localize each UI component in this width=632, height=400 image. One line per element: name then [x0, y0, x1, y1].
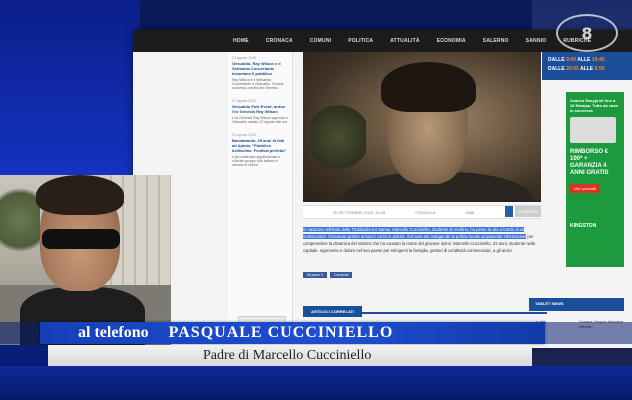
caption-name: PASQUALE CUCCINIELLO	[168, 324, 394, 341]
ad-banner[interactable]: Scarica Easyprint fino a 16 Stampa. Tutt…	[566, 92, 624, 267]
sidebar-item[interactable]: 20 agosto 2015 Bandabardò, 25 anni di fo…	[232, 133, 288, 167]
nav-item[interactable]: SALERNO	[483, 38, 509, 44]
phone-interview-photo	[0, 175, 171, 345]
article-highlighted-text: In vacanza nell'isola della Thailandia K…	[303, 227, 527, 239]
nav-item[interactable]: HOME	[233, 38, 249, 44]
article-date: 30 SETTEMBRE 2015, 10:28	[333, 209, 386, 215]
weather-box: DALLE 9:00 ALLE 19:40 DALLE 20:05 ALLE 6…	[542, 52, 632, 80]
photo-background-tree	[311, 102, 366, 172]
article-body: In vacanza nell'isola della Thailandia K…	[303, 226, 547, 266]
website-screenshot: HOME CRONACA COMUNI POLITICA ATTUALITÀ E…	[133, 30, 632, 348]
weather-line-2: DALLE 20:05 ALLE 6:50	[548, 66, 605, 72]
printer-image	[570, 117, 616, 143]
caption-subtitle: Padre di Marcello Cucciniello	[203, 347, 372, 363]
ad-title: Scarica Easyprint fino a 16 Stampa. Tutt…	[570, 98, 618, 113]
lower-third-subtitle: Padre di Marcello Cucciniello	[48, 345, 532, 366]
channel-logo: 8	[556, 14, 618, 52]
bottom-background	[0, 366, 632, 400]
sidebar-item-title[interactable]: Bandabardò, 25 anni di folk ad Irpinia: …	[232, 138, 288, 153]
comment-button[interactable]: COMMENTA	[515, 206, 541, 217]
ad-offer: RIMBORSO € 100* + GARANZIA 4 ANNI GRATIS	[570, 149, 609, 176]
sidebar: 23 agosto 2015 Gesualdo, Ray Wilson e il…	[228, 52, 293, 348]
weather-line-1: DALLE 9:00 ALLE 19:40	[548, 57, 605, 63]
sidebar-item-title[interactable]: Gesualdo Folk Event, arriva l'ex Genesis…	[232, 104, 288, 114]
sidebar-item[interactable]: 23 agosto 2015 Gesualdo, Ray Wilson e il…	[232, 56, 288, 90]
caption-label: al telefono	[78, 324, 149, 341]
cam-person-hair	[36, 175, 124, 215]
sunglasses	[42, 229, 120, 249]
related-articles-label: ARTICOLI CORRELATI	[303, 306, 363, 317]
share-buttons: Mi piace 0 Condividi	[303, 272, 355, 278]
facebook-like-button[interactable]: Mi piace 0	[303, 272, 327, 278]
nav-item[interactable]: SANNIO	[526, 38, 547, 44]
article-category[interactable]: CRONACA	[415, 210, 435, 215]
photo-hair	[381, 62, 476, 112]
nav-item[interactable]: COMUNI	[310, 38, 331, 44]
article-photo	[303, 52, 541, 202]
cam-tree	[0, 180, 40, 260]
tablet-news-header[interactable]: TABLET NEWS	[529, 298, 624, 311]
sidebar-item-text: Il più scatenato appassionato e colorato…	[232, 155, 281, 167]
sidebar-item[interactable]: 22 agosto 2015 Gesualdo Folk Event, arri…	[232, 99, 288, 124]
nav-item[interactable]: CRONACA	[266, 38, 293, 44]
lower-third-title: al telefono PASQUALE CUCCINIELLO	[40, 322, 545, 344]
sidebar-item-date: 20 agosto 2015	[232, 133, 257, 137]
nav-item[interactable]: ATTUALITÀ	[390, 38, 419, 44]
ad-brand: KINGSTON	[570, 223, 597, 229]
facebook-share-button[interactable]: Condividi	[329, 272, 353, 278]
sidebar-item-text: Ray Wilson e il Sethamia Concertante a G…	[232, 78, 284, 90]
ad-cta-button[interactable]: Vai i prodotti	[570, 184, 600, 193]
nav-item[interactable]: ECONOMIA	[437, 38, 466, 44]
sidebar-item-title[interactable]: Gesualdo, Ray Wilson e il Sethamia Conce…	[232, 61, 288, 76]
article-views: 1856	[465, 209, 475, 215]
share-icon[interactable]	[505, 206, 513, 217]
sidebar-item-date: 22 agosto 2015	[232, 99, 257, 103]
related-articles-header: ARTICOLI CORRELATI	[303, 300, 547, 317]
sidebar-item-date: 23 agosto 2015	[232, 56, 257, 60]
nav-item[interactable]: POLITICA	[348, 38, 373, 44]
sidebar-item-text: L'ex Genesis Ray Wilson approda a Gesual…	[232, 116, 288, 124]
